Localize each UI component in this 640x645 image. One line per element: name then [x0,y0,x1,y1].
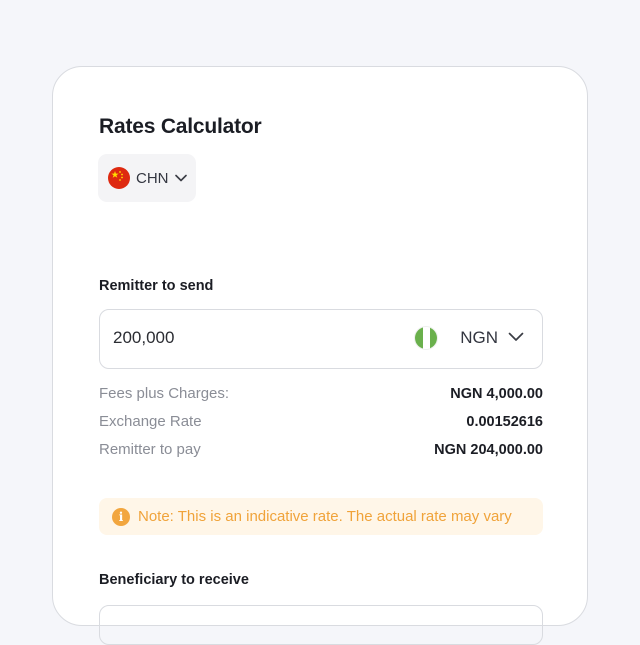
summary-row-remitter-pay: Remitter to pay NGN 204,000.00 [99,441,543,458]
receive-amount-field[interactable] [99,605,543,645]
country-code: CHN [136,169,169,187]
note-text: Note: This is an indicative rate. The ac… [138,508,512,525]
chevron-down-icon [508,329,524,347]
page-title: Rates Calculator [99,115,262,138]
chevron-down-icon [174,169,187,187]
summary-value: NGN 4,000.00 [450,385,543,402]
summary-key: Fees plus Charges: [99,385,230,402]
indicative-rate-note: i Note: This is an indicative rate. The … [99,498,543,535]
currency-code: NGN [460,328,498,347]
info-icon: i [112,507,130,526]
send-section-label: Remitter to send [99,278,214,294]
send-amount-input[interactable] [113,328,363,348]
send-amount-field: NGN [99,309,543,369]
rates-calculator-card: Rates Calculator CHN Remitter to send NG… [52,66,588,645]
summary-key: Remitter to pay [99,441,201,458]
currency-select[interactable]: NGN [414,326,524,350]
summary-value: NGN 204,000.00 [434,441,543,458]
receive-section-label: Beneficiary to receive [99,572,249,588]
summary-row-exchange-rate: Exchange Rate 0.00152616 [99,413,543,430]
summary-key: Exchange Rate [99,413,202,430]
china-flag-icon [108,167,130,189]
summary-value: 0.00152616 [466,413,543,430]
nigeria-flag-icon [414,326,439,350]
country-select[interactable]: CHN [98,154,196,202]
summary-row-fees: Fees plus Charges: NGN 4,000.00 [99,385,543,402]
